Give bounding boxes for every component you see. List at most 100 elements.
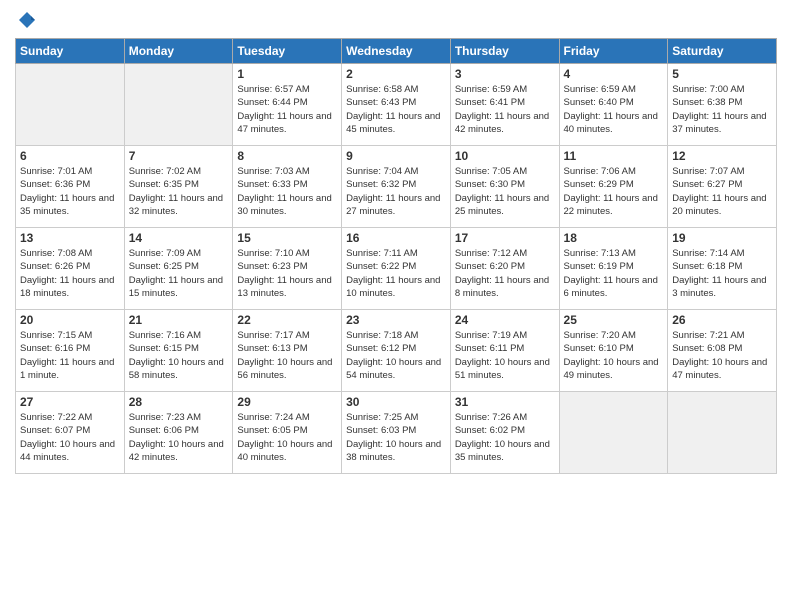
- day-number: 18: [564, 231, 664, 245]
- day-number: 21: [129, 313, 229, 327]
- logo: [15, 10, 37, 30]
- day-info: Sunrise: 7:04 AM Sunset: 6:32 PM Dayligh…: [346, 165, 446, 218]
- day-info: Sunrise: 7:06 AM Sunset: 6:29 PM Dayligh…: [564, 165, 664, 218]
- day-number: 28: [129, 395, 229, 409]
- day-number: 27: [20, 395, 120, 409]
- day-info: Sunrise: 7:16 AM Sunset: 6:15 PM Dayligh…: [129, 329, 229, 382]
- calendar-header-monday: Monday: [124, 39, 233, 64]
- day-info: Sunrise: 7:11 AM Sunset: 6:22 PM Dayligh…: [346, 247, 446, 300]
- day-info: Sunrise: 7:10 AM Sunset: 6:23 PM Dayligh…: [237, 247, 337, 300]
- day-number: 14: [129, 231, 229, 245]
- calendar-cell: 2 Sunrise: 6:58 AM Sunset: 6:43 PM Daylig…: [342, 64, 451, 146]
- calendar-cell: 16 Sunrise: 7:11 AM Sunset: 6:22 PM Dayli…: [342, 228, 451, 310]
- header: [15, 10, 777, 30]
- calendar-cell: 5 Sunrise: 7:00 AM Sunset: 6:38 PM Daylig…: [668, 64, 777, 146]
- calendar-cell: [668, 392, 777, 474]
- calendar-cell: 1Sunrise: 6:57 AM Sunset: 6:44 PM Daylig…: [233, 64, 342, 146]
- day-info: Sunrise: 7:12 AM Sunset: 6:20 PM Dayligh…: [455, 247, 555, 300]
- calendar-cell: [559, 392, 668, 474]
- day-number: 4: [564, 67, 664, 81]
- calendar-cell: 22 Sunrise: 7:17 AM Sunset: 6:13 PM Dayli…: [233, 310, 342, 392]
- calendar-week-row: 13 Sunrise: 7:08 AM Sunset: 6:26 PM Dayli…: [16, 228, 777, 310]
- calendar-cell: 8Sunrise: 7:03 AM Sunset: 6:33 PM Daylig…: [233, 146, 342, 228]
- day-info: Sunrise: 7:24 AM Sunset: 6:05 PM Dayligh…: [237, 411, 337, 464]
- calendar-cell: 13 Sunrise: 7:08 AM Sunset: 6:26 PM Dayli…: [16, 228, 125, 310]
- day-number: 11: [564, 149, 664, 163]
- day-info: Sunrise: 6:59 AM Sunset: 6:40 PM Dayligh…: [564, 83, 664, 136]
- day-info: Sunrise: 7:09 AM Sunset: 6:25 PM Dayligh…: [129, 247, 229, 300]
- calendar-cell: 26 Sunrise: 7:21 AM Sunset: 6:08 PM Dayli…: [668, 310, 777, 392]
- day-info: Sunrise: 7:26 AM Sunset: 6:02 PM Dayligh…: [455, 411, 555, 464]
- day-number: 9: [346, 149, 446, 163]
- calendar-header-wednesday: Wednesday: [342, 39, 451, 64]
- calendar-cell: 31Sunrise: 7:26 AM Sunset: 6:02 PM Dayli…: [450, 392, 559, 474]
- calendar-cell: 6 Sunrise: 7:01 AM Sunset: 6:36 PM Daylig…: [16, 146, 125, 228]
- calendar-cell: [16, 64, 125, 146]
- calendar-week-row: 1Sunrise: 6:57 AM Sunset: 6:44 PM Daylig…: [16, 64, 777, 146]
- calendar-cell: 23 Sunrise: 7:18 AM Sunset: 6:12 PM Dayli…: [342, 310, 451, 392]
- day-number: 15: [237, 231, 337, 245]
- day-number: 7: [129, 149, 229, 163]
- day-info: Sunrise: 7:19 AM Sunset: 6:11 PM Dayligh…: [455, 329, 555, 382]
- calendar-header-thursday: Thursday: [450, 39, 559, 64]
- day-info: Sunrise: 7:22 AM Sunset: 6:07 PM Dayligh…: [20, 411, 120, 464]
- day-info: Sunrise: 6:57 AM Sunset: 6:44 PM Dayligh…: [237, 83, 337, 136]
- day-info: Sunrise: 6:58 AM Sunset: 6:43 PM Dayligh…: [346, 83, 446, 136]
- calendar-cell: 28 Sunrise: 7:23 AM Sunset: 6:06 PM Dayli…: [124, 392, 233, 474]
- day-info: Sunrise: 7:18 AM Sunset: 6:12 PM Dayligh…: [346, 329, 446, 382]
- day-info: Sunrise: 7:17 AM Sunset: 6:13 PM Dayligh…: [237, 329, 337, 382]
- calendar-cell: 19Sunrise: 7:14 AM Sunset: 6:18 PM Dayli…: [668, 228, 777, 310]
- calendar-cell: 27 Sunrise: 7:22 AM Sunset: 6:07 PM Dayli…: [16, 392, 125, 474]
- calendar-cell: 17 Sunrise: 7:12 AM Sunset: 6:20 PM Dayli…: [450, 228, 559, 310]
- day-number: 17: [455, 231, 555, 245]
- day-info: Sunrise: 7:23 AM Sunset: 6:06 PM Dayligh…: [129, 411, 229, 464]
- day-number: 22: [237, 313, 337, 327]
- calendar-cell: 18 Sunrise: 7:13 AM Sunset: 6:19 PM Dayli…: [559, 228, 668, 310]
- calendar-page: SundayMondayTuesdayWednesdayThursdayFrid…: [0, 0, 792, 612]
- day-info: Sunrise: 7:08 AM Sunset: 6:26 PM Dayligh…: [20, 247, 120, 300]
- calendar-cell: [124, 64, 233, 146]
- day-number: 25: [564, 313, 664, 327]
- calendar-cell: 9 Sunrise: 7:04 AM Sunset: 6:32 PM Daylig…: [342, 146, 451, 228]
- day-info: Sunrise: 6:59 AM Sunset: 6:41 PM Dayligh…: [455, 83, 555, 136]
- calendar-cell: 30 Sunrise: 7:25 AM Sunset: 6:03 PM Dayli…: [342, 392, 451, 474]
- day-number: 5: [672, 67, 772, 81]
- day-number: 26: [672, 313, 772, 327]
- day-info: Sunrise: 7:01 AM Sunset: 6:36 PM Dayligh…: [20, 165, 120, 218]
- day-number: 10: [455, 149, 555, 163]
- day-number: 13: [20, 231, 120, 245]
- day-number: 2: [346, 67, 446, 81]
- calendar-cell: 4 Sunrise: 6:59 AM Sunset: 6:40 PM Daylig…: [559, 64, 668, 146]
- calendar-header-saturday: Saturday: [668, 39, 777, 64]
- calendar-cell: 24Sunrise: 7:19 AM Sunset: 6:11 PM Dayli…: [450, 310, 559, 392]
- day-number: 12: [672, 149, 772, 163]
- logo-icon: [17, 10, 37, 30]
- day-info: Sunrise: 7:15 AM Sunset: 6:16 PM Dayligh…: [20, 329, 120, 382]
- day-info: Sunrise: 7:13 AM Sunset: 6:19 PM Dayligh…: [564, 247, 664, 300]
- day-info: Sunrise: 7:21 AM Sunset: 6:08 PM Dayligh…: [672, 329, 772, 382]
- calendar-cell: 14 Sunrise: 7:09 AM Sunset: 6:25 PM Dayli…: [124, 228, 233, 310]
- day-number: 29: [237, 395, 337, 409]
- day-info: Sunrise: 7:05 AM Sunset: 6:30 PM Dayligh…: [455, 165, 555, 218]
- calendar-cell: 11 Sunrise: 7:06 AM Sunset: 6:29 PM Dayli…: [559, 146, 668, 228]
- day-info: Sunrise: 7:20 AM Sunset: 6:10 PM Dayligh…: [564, 329, 664, 382]
- day-info: Sunrise: 7:00 AM Sunset: 6:38 PM Dayligh…: [672, 83, 772, 136]
- calendar-cell: 29 Sunrise: 7:24 AM Sunset: 6:05 PM Dayli…: [233, 392, 342, 474]
- day-number: 6: [20, 149, 120, 163]
- calendar-week-row: 6 Sunrise: 7:01 AM Sunset: 6:36 PM Daylig…: [16, 146, 777, 228]
- calendar-cell: 25 Sunrise: 7:20 AM Sunset: 6:10 PM Dayli…: [559, 310, 668, 392]
- calendar-header-friday: Friday: [559, 39, 668, 64]
- day-info: Sunrise: 7:03 AM Sunset: 6:33 PM Dayligh…: [237, 165, 337, 218]
- day-info: Sunrise: 7:25 AM Sunset: 6:03 PM Dayligh…: [346, 411, 446, 464]
- day-number: 16: [346, 231, 446, 245]
- day-number: 23: [346, 313, 446, 327]
- day-number: 19: [672, 231, 772, 245]
- calendar-week-row: 27 Sunrise: 7:22 AM Sunset: 6:07 PM Dayli…: [16, 392, 777, 474]
- day-info: Sunrise: 7:02 AM Sunset: 6:35 PM Dayligh…: [129, 165, 229, 218]
- calendar-week-row: 20 Sunrise: 7:15 AM Sunset: 6:16 PM Dayli…: [16, 310, 777, 392]
- day-number: 3: [455, 67, 555, 81]
- calendar-cell: 15 Sunrise: 7:10 AM Sunset: 6:23 PM Dayli…: [233, 228, 342, 310]
- day-number: 20: [20, 313, 120, 327]
- calendar-cell: 12Sunrise: 7:07 AM Sunset: 6:27 PM Dayli…: [668, 146, 777, 228]
- day-number: 30: [346, 395, 446, 409]
